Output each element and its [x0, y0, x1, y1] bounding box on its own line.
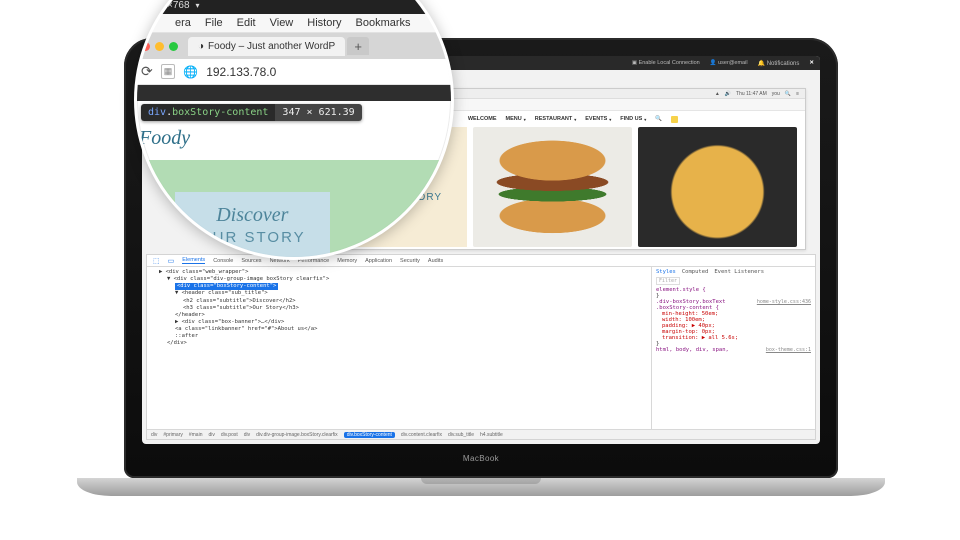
volume-icon: 🔊 — [725, 91, 731, 97]
styles-filter-input[interactable]: Filter — [656, 277, 680, 285]
search-icon[interactable]: 🔍 — [655, 116, 662, 122]
window-traffic-lights[interactable] — [141, 42, 178, 51]
inspect-element-icon[interactable]: ⬚ — [153, 257, 160, 265]
site-info-icon[interactable]: 🌐 — [183, 65, 198, 79]
tab-security[interactable]: Security — [400, 258, 420, 264]
tab-title: Foody – Just another WordP — [208, 41, 335, 52]
menu-app[interactable]: era — [175, 17, 191, 29]
vpn-badge-icon[interactable]: ▦ — [161, 64, 176, 79]
menu-bookmarks[interactable]: Bookmarks — [356, 17, 411, 29]
tab-memory[interactable]: Memory — [337, 258, 357, 264]
browser-tab[interactable]: ◑ Foody – Just another WordP — [188, 37, 345, 56]
active-breadcrumb: div.boxStory-content — [344, 432, 395, 438]
our-story-heading: OUR STORY — [199, 229, 306, 246]
dom-breadcrumbs[interactable]: div #primary #main div div.post div div.… — [147, 429, 815, 439]
tab-console[interactable]: Console — [213, 258, 233, 264]
close-icon[interactable]: ✕ — [809, 60, 814, 67]
tab-favicon: ◑ — [198, 41, 204, 52]
browser-tab-strip: ◑ Foody – Just another WordP + — [134, 33, 454, 59]
search-icon[interactable]: 🔍 — [785, 91, 791, 97]
notifications-button[interactable]: 🔔 Notifications — [758, 60, 800, 67]
enable-local-connection[interactable]: ▣ Enable Local Connection — [632, 60, 700, 67]
tab-audits[interactable]: Audits — [428, 258, 443, 264]
menu-file[interactable]: File — [205, 17, 223, 29]
tab-sources[interactable]: Sources — [241, 258, 261, 264]
nav-menu[interactable]: MENU▾ — [506, 116, 526, 122]
magnifier-lens: ×768▾ era File Edit View History Bookmar… — [134, 0, 454, 260]
styles-pane[interactable]: Styles Computed Event Listeners Filter e… — [651, 267, 815, 429]
new-tab-button[interactable]: + — [347, 37, 369, 55]
laptop-label: MacBook — [463, 454, 499, 463]
discover-heading: Discover — [199, 204, 306, 227]
nav-events[interactable]: EVENTS▾ — [585, 116, 611, 122]
responsive-resolution-bar[interactable]: ×768▾ — [134, 0, 454, 14]
nav-findus[interactable]: FIND US▾ — [620, 116, 646, 122]
status-time: Thu 11:47 AM — [736, 91, 767, 97]
close-window-icon — [141, 42, 150, 51]
menu-history[interactable]: History — [307, 17, 341, 29]
zoom-window-icon — [169, 42, 178, 51]
hero-image-pasta — [638, 127, 797, 247]
tab-application[interactable]: Application — [365, 258, 392, 264]
devtools-panel: ⬚ ▭ Elements Console Sources Network Per… — [146, 254, 816, 440]
menu-view[interactable]: View — [270, 17, 294, 29]
url-field[interactable]: 192.133.78.0 — [206, 65, 276, 79]
dom-tree[interactable]: ▶ <div class="web_wrapper"> ▼ <div class… — [147, 267, 651, 429]
tab-elements[interactable]: Elements — [182, 257, 205, 264]
inspect-tooltip: div.boxStory-content 347 × 621.39 — [141, 104, 362, 121]
wifi-icon: ▲ — [715, 91, 720, 97]
chevron-down-icon: ▾ — [196, 1, 200, 10]
secondary-toolbar — [134, 85, 454, 101]
reload-icon[interactable]: ⟳ — [141, 63, 153, 80]
user-menu[interactable]: 👤 user@email — [710, 60, 748, 67]
nav-welcome[interactable]: WELCOME — [468, 116, 497, 122]
page-content: Foody — [134, 121, 454, 156]
tab-styles[interactable]: Styles — [656, 269, 676, 275]
menu-icon[interactable]: ≡ — [796, 91, 799, 97]
highlighted-element-overlay: Discover OUR STORY — [134, 160, 454, 260]
address-bar: ⟳ ▦ 🌐 192.133.78.0 — [134, 59, 454, 85]
menu-edit[interactable]: Edit — [237, 17, 256, 29]
site-logo[interactable]: Foody — [139, 127, 449, 150]
cart-icon[interactable] — [671, 116, 678, 123]
tab-computed[interactable]: Computed — [682, 269, 709, 275]
nav-restaurant[interactable]: RESTAURANT▾ — [535, 116, 577, 122]
device-toggle-icon[interactable]: ▭ — [168, 257, 175, 265]
hero-image-burger — [473, 127, 632, 247]
laptop-base: MacBook — [77, 478, 885, 496]
tab-event-listeners[interactable]: Event Listeners — [714, 269, 764, 275]
minimize-window-icon — [155, 42, 164, 51]
status-user: you — [772, 91, 780, 97]
opera-menubar[interactable]: era File Edit View History Bookmarks — [134, 14, 454, 33]
selected-dom-node: <div class="boxStory-content"> — [175, 283, 278, 290]
